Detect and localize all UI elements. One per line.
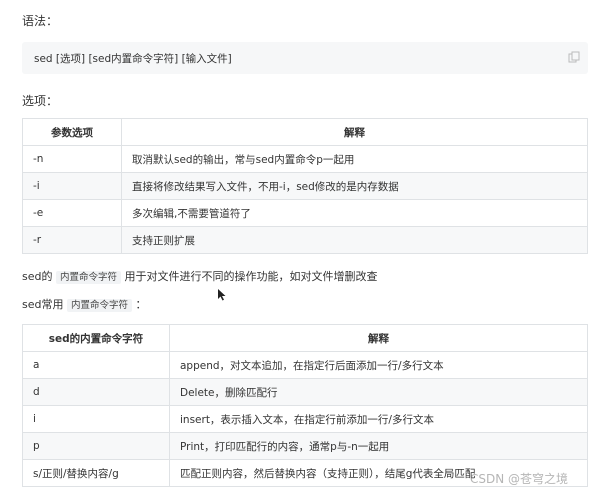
syntax-code-block: sed [选项] [sed内置命令字符] [输入文件] [22,42,588,74]
table-cell: p [22,432,170,460]
desc2-suffix: ： [135,298,147,311]
table-cell: 取消默认sed的输出，常与sed内置命令p一起用 [121,145,588,173]
options-label: 选项： [22,94,59,108]
table-cell: 多次编辑,不需要管道符了 [121,199,588,227]
table-cell: Delete，删除匹配行 [169,378,588,406]
desc1-prefix: sed的 [22,270,53,283]
desc2-prefix: sed常用 [22,298,64,311]
table-row: i insert，表示插入文本，在指定行前添加一行/多行文本 [22,405,588,433]
table-cell: insert，表示插入文本，在指定行前添加一行/多行文本 [169,405,588,433]
table-header: 参数选项 [22,118,122,146]
options-table: 参数选项 解释 -n 取消默认sed的输出，常与sed内置命令p一起用 -i 直… [22,118,588,254]
table-header-row: 参数选项 解释 [22,118,588,146]
table-cell: d [22,378,170,406]
table-row: -i 直接将修改结果写入文件，不用-i，sed修改的是内存数据 [22,172,588,200]
table-header: 解释 [169,324,588,352]
table-cell: -n [22,145,122,173]
table-row: p Print，打印匹配行的内容，通常p与-n一起用 [22,432,588,460]
copy-icon[interactable] [568,48,580,63]
table-header: 解释 [121,118,588,146]
table-row: -r 支持正则扩展 [22,226,588,254]
table-cell: -i [22,172,122,200]
table-cell: 直接将修改结果写入文件，不用-i，sed修改的是内存数据 [121,172,588,200]
table-cell: -e [22,199,122,227]
syntax-code-text: sed [选项] [sed内置命令字符] [输入文件] [34,53,232,65]
table-cell: -r [22,226,122,254]
table-cell: Print，打印匹配行的内容，通常p与-n一起用 [169,432,588,460]
table-cell: a [22,351,170,379]
table-row: -e 多次编辑,不需要管道符了 [22,199,588,227]
description-line-2: sed常用 内置命令字符 ： [22,296,147,312]
table-row: d Delete，删除匹配行 [22,378,588,406]
table-row: -n 取消默认sed的输出，常与sed内置命令p一起用 [22,145,588,173]
description-line-1: sed的 内置命令字符 用于对文件进行不同的操作功能，如对文件增删改查 [22,268,378,284]
table-header: sed的内置命令字符 [22,324,170,352]
inline-code: 内置命令字符 [55,271,121,284]
syntax-label: 语法： [22,14,59,28]
commands-table: sed的内置命令字符 解释 a append，对文本追加，在指定行后面添加一行/… [22,324,588,487]
table-cell: i [22,405,170,433]
watermark: CSDN @苍穹之境 [470,472,569,486]
table-cell: s/正则/替换内容/g [22,459,170,487]
table-cell: 支持正则扩展 [121,226,588,254]
desc1-suffix: 用于对文件进行不同的操作功能，如对文件增删改查 [124,270,378,283]
table-cell: append，对文本追加，在指定行后面添加一行/多行文本 [169,351,588,379]
table-row: a append，对文本追加，在指定行后面添加一行/多行文本 [22,351,588,379]
table-header-row: sed的内置命令字符 解释 [22,324,588,352]
inline-code: 内置命令字符 [66,299,132,312]
cursor-icon [218,286,226,301]
